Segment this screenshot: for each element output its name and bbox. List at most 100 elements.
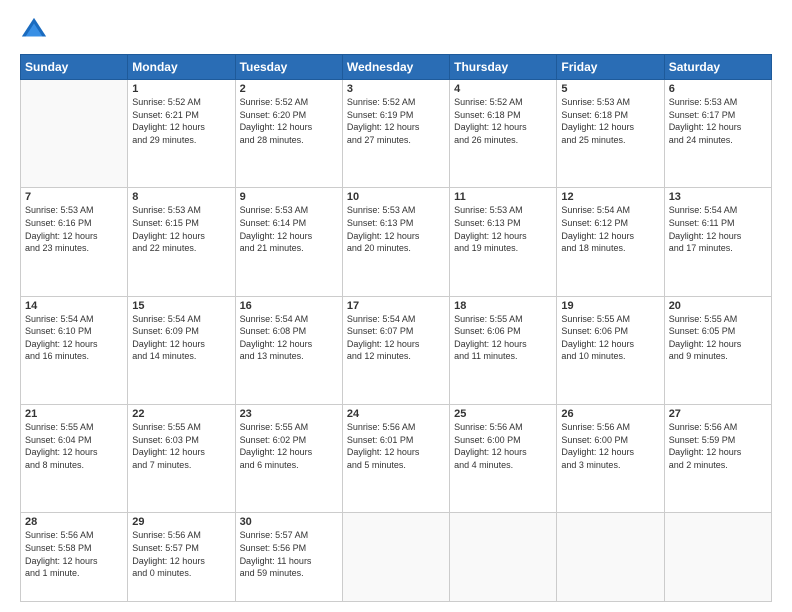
day-number: 7 [25,191,123,203]
day-number: 2 [240,83,338,95]
day-info: Sunrise: 5:56 AM Sunset: 5:58 PM Dayligh… [25,529,123,579]
week-row-1: 1Sunrise: 5:52 AM Sunset: 6:21 PM Daylig… [21,80,772,188]
day-number: 15 [132,300,230,312]
day-info: Sunrise: 5:55 AM Sunset: 6:05 PM Dayligh… [669,313,767,363]
day-cell: 5Sunrise: 5:53 AM Sunset: 6:18 PM Daylig… [557,80,664,188]
day-cell: 25Sunrise: 5:56 AM Sunset: 6:00 PM Dayli… [450,404,557,512]
day-number: 9 [240,191,338,203]
day-cell: 1Sunrise: 5:52 AM Sunset: 6:21 PM Daylig… [128,80,235,188]
day-number: 28 [25,516,123,528]
week-row-4: 21Sunrise: 5:55 AM Sunset: 6:04 PM Dayli… [21,404,772,512]
day-info: Sunrise: 5:52 AM Sunset: 6:18 PM Dayligh… [454,96,552,146]
day-info: Sunrise: 5:54 AM Sunset: 6:08 PM Dayligh… [240,313,338,363]
day-number: 22 [132,408,230,420]
day-number: 12 [561,191,659,203]
day-cell: 7Sunrise: 5:53 AM Sunset: 6:16 PM Daylig… [21,188,128,296]
day-number: 21 [25,408,123,420]
weekday-header-sunday: Sunday [21,55,128,80]
day-cell [664,513,771,602]
day-info: Sunrise: 5:56 AM Sunset: 6:00 PM Dayligh… [561,421,659,471]
day-cell [557,513,664,602]
calendar-page: SundayMondayTuesdayWednesdayThursdayFrid… [0,0,792,612]
day-number: 26 [561,408,659,420]
day-cell: 12Sunrise: 5:54 AM Sunset: 6:12 PM Dayli… [557,188,664,296]
day-info: Sunrise: 5:54 AM Sunset: 6:12 PM Dayligh… [561,204,659,254]
weekday-header-thursday: Thursday [450,55,557,80]
day-cell: 15Sunrise: 5:54 AM Sunset: 6:09 PM Dayli… [128,296,235,404]
day-info: Sunrise: 5:55 AM Sunset: 6:03 PM Dayligh… [132,421,230,471]
day-info: Sunrise: 5:56 AM Sunset: 5:57 PM Dayligh… [132,529,230,579]
day-cell [450,513,557,602]
day-number: 19 [561,300,659,312]
day-number: 30 [240,516,338,528]
day-number: 5 [561,83,659,95]
day-number: 1 [132,83,230,95]
day-number: 4 [454,83,552,95]
day-info: Sunrise: 5:55 AM Sunset: 6:02 PM Dayligh… [240,421,338,471]
day-info: Sunrise: 5:57 AM Sunset: 5:56 PM Dayligh… [240,529,338,579]
day-cell: 20Sunrise: 5:55 AM Sunset: 6:05 PM Dayli… [664,296,771,404]
day-cell: 23Sunrise: 5:55 AM Sunset: 6:02 PM Dayli… [235,404,342,512]
day-number: 24 [347,408,445,420]
day-number: 18 [454,300,552,312]
day-cell: 2Sunrise: 5:52 AM Sunset: 6:20 PM Daylig… [235,80,342,188]
day-cell: 8Sunrise: 5:53 AM Sunset: 6:15 PM Daylig… [128,188,235,296]
day-info: Sunrise: 5:54 AM Sunset: 6:07 PM Dayligh… [347,313,445,363]
day-cell: 14Sunrise: 5:54 AM Sunset: 6:10 PM Dayli… [21,296,128,404]
day-number: 25 [454,408,552,420]
day-cell: 21Sunrise: 5:55 AM Sunset: 6:04 PM Dayli… [21,404,128,512]
weekday-header-monday: Monday [128,55,235,80]
day-info: Sunrise: 5:55 AM Sunset: 6:06 PM Dayligh… [561,313,659,363]
day-info: Sunrise: 5:54 AM Sunset: 6:11 PM Dayligh… [669,204,767,254]
day-number: 16 [240,300,338,312]
day-cell [342,513,449,602]
day-number: 14 [25,300,123,312]
logo-icon [20,16,48,44]
day-cell: 13Sunrise: 5:54 AM Sunset: 6:11 PM Dayli… [664,188,771,296]
day-cell: 26Sunrise: 5:56 AM Sunset: 6:00 PM Dayli… [557,404,664,512]
day-number: 10 [347,191,445,203]
weekday-header-saturday: Saturday [664,55,771,80]
day-number: 3 [347,83,445,95]
weekday-header-tuesday: Tuesday [235,55,342,80]
day-info: Sunrise: 5:56 AM Sunset: 6:01 PM Dayligh… [347,421,445,471]
day-cell: 6Sunrise: 5:53 AM Sunset: 6:17 PM Daylig… [664,80,771,188]
day-cell: 28Sunrise: 5:56 AM Sunset: 5:58 PM Dayli… [21,513,128,602]
day-cell: 10Sunrise: 5:53 AM Sunset: 6:13 PM Dayli… [342,188,449,296]
day-cell: 3Sunrise: 5:52 AM Sunset: 6:19 PM Daylig… [342,80,449,188]
day-number: 20 [669,300,767,312]
day-cell: 11Sunrise: 5:53 AM Sunset: 6:13 PM Dayli… [450,188,557,296]
day-info: Sunrise: 5:53 AM Sunset: 6:17 PM Dayligh… [669,96,767,146]
day-info: Sunrise: 5:54 AM Sunset: 6:10 PM Dayligh… [25,313,123,363]
week-row-2: 7Sunrise: 5:53 AM Sunset: 6:16 PM Daylig… [21,188,772,296]
day-info: Sunrise: 5:55 AM Sunset: 6:06 PM Dayligh… [454,313,552,363]
week-row-3: 14Sunrise: 5:54 AM Sunset: 6:10 PM Dayli… [21,296,772,404]
day-number: 13 [669,191,767,203]
day-info: Sunrise: 5:55 AM Sunset: 6:04 PM Dayligh… [25,421,123,471]
day-cell: 9Sunrise: 5:53 AM Sunset: 6:14 PM Daylig… [235,188,342,296]
header [20,16,772,44]
day-info: Sunrise: 5:54 AM Sunset: 6:09 PM Dayligh… [132,313,230,363]
day-cell: 19Sunrise: 5:55 AM Sunset: 6:06 PM Dayli… [557,296,664,404]
day-cell: 4Sunrise: 5:52 AM Sunset: 6:18 PM Daylig… [450,80,557,188]
day-cell: 18Sunrise: 5:55 AM Sunset: 6:06 PM Dayli… [450,296,557,404]
day-cell: 16Sunrise: 5:54 AM Sunset: 6:08 PM Dayli… [235,296,342,404]
day-cell: 30Sunrise: 5:57 AM Sunset: 5:56 PM Dayli… [235,513,342,602]
day-info: Sunrise: 5:53 AM Sunset: 6:15 PM Dayligh… [132,204,230,254]
day-number: 8 [132,191,230,203]
day-number: 29 [132,516,230,528]
day-info: Sunrise: 5:53 AM Sunset: 6:18 PM Dayligh… [561,96,659,146]
day-number: 11 [454,191,552,203]
day-info: Sunrise: 5:52 AM Sunset: 6:21 PM Dayligh… [132,96,230,146]
calendar-table: SundayMondayTuesdayWednesdayThursdayFrid… [20,54,772,602]
day-cell: 29Sunrise: 5:56 AM Sunset: 5:57 PM Dayli… [128,513,235,602]
day-cell: 17Sunrise: 5:54 AM Sunset: 6:07 PM Dayli… [342,296,449,404]
day-info: Sunrise: 5:53 AM Sunset: 6:13 PM Dayligh… [347,204,445,254]
day-number: 17 [347,300,445,312]
weekday-header-friday: Friday [557,55,664,80]
week-row-5: 28Sunrise: 5:56 AM Sunset: 5:58 PM Dayli… [21,513,772,602]
logo [20,16,52,44]
day-info: Sunrise: 5:52 AM Sunset: 6:19 PM Dayligh… [347,96,445,146]
day-number: 23 [240,408,338,420]
day-cell: 22Sunrise: 5:55 AM Sunset: 6:03 PM Dayli… [128,404,235,512]
